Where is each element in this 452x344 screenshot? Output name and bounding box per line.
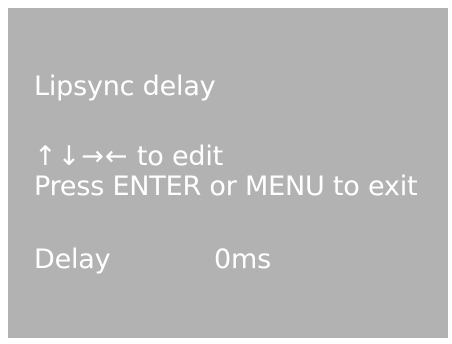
edit-hint: ↑↓→← to edit: [34, 143, 223, 170]
menu-title: Lipsync delay: [34, 71, 216, 102]
arrow-keys-icon: ↑↓→←: [34, 141, 129, 172]
delay-value[interactable]: 0ms: [214, 246, 271, 273]
edit-hint-text: to edit: [128, 141, 224, 172]
delay-label: Delay: [34, 244, 111, 275]
osd-menu-panel: Lipsync delay ↑↓→← to edit Press ENTER o…: [8, 8, 448, 338]
exit-instruction: Press ENTER or MENU to exit: [34, 171, 418, 202]
